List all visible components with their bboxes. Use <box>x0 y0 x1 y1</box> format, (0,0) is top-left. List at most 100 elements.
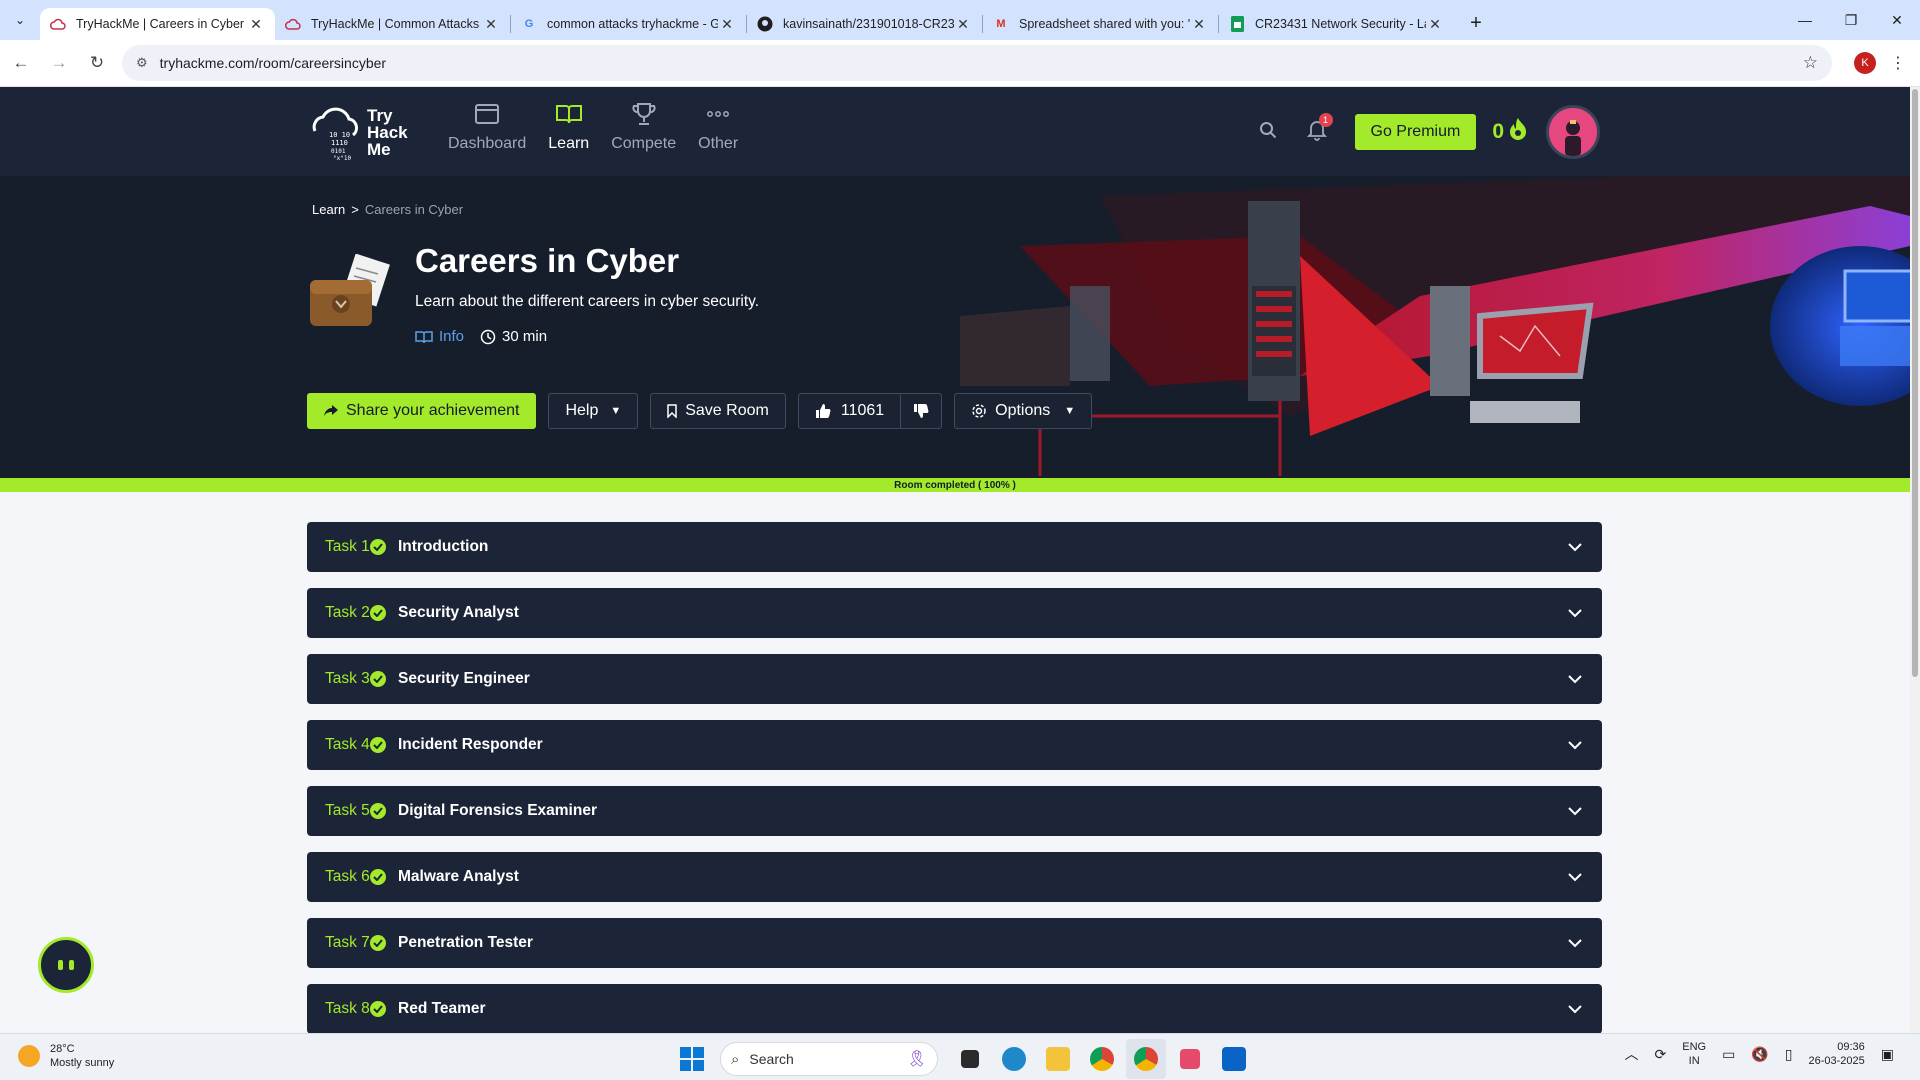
volume-muted-icon[interactable]: 🔇 <box>1751 1046 1768 1063</box>
room-actions: Share your achievement Help ▼ Save Room … <box>307 393 1104 429</box>
clock[interactable]: 09:36 26-03-2025 <box>1808 1040 1864 1068</box>
taskbar-search[interactable]: ⌕ Search 🎗 <box>720 1042 938 1076</box>
browser-tab-1[interactable]: TryHackMe | Careers in Cyber ✕ <box>40 8 275 40</box>
browser-tab-6[interactable]: CR23431 Network Security - Lal ✕ <box>1219 8 1454 40</box>
task-number: Task 4 <box>325 736 370 753</box>
browser-tab-2[interactable]: TryHackMe | Common Attacks ✕ <box>275 8 510 40</box>
close-tab-icon[interactable]: ✕ <box>954 16 972 33</box>
browser-tab-3[interactable]: G common attacks tryhackme - G ✕ <box>511 8 746 40</box>
search-icon[interactable] <box>1259 121 1283 144</box>
dashboard-icon <box>474 99 500 129</box>
sync-icon[interactable]: ⟳ <box>1655 1046 1667 1063</box>
notification-center-icon[interactable]: ▣ <box>1881 1046 1894 1063</box>
language-indicator[interactable]: ENG IN <box>1682 1040 1706 1068</box>
chrome-profile-icon[interactable] <box>1126 1039 1166 1079</box>
browser-tab-4[interactable]: kavinsainath/231901018-CR234 ✕ <box>747 8 982 40</box>
task-header[interactable]: Task 5 Digital Forensics Examiner <box>307 786 1602 836</box>
task-header[interactable]: Task 4 Incident Responder <box>307 720 1602 770</box>
minimize-icon[interactable]: — <box>1782 0 1828 40</box>
nav-dashboard[interactable]: Dashboard <box>448 99 526 153</box>
new-tab-button[interactable]: + <box>1460 7 1492 39</box>
like-button[interactable]: 11061 <box>799 394 902 428</box>
url-text[interactable]: tryhackme.com/room/careersincyber <box>160 55 1803 71</box>
svg-text:10 10: 10 10 <box>329 131 350 139</box>
tryhackme-logo[interactable]: 10 10 1110 0101 °x°10 Try Hack Me <box>305 97 425 167</box>
outlook-icon[interactable] <box>1214 1039 1254 1079</box>
check-circle-icon <box>370 935 386 951</box>
nav-other[interactable]: Other <box>698 99 738 153</box>
task-view-icon[interactable] <box>950 1039 990 1079</box>
chevron-down-icon <box>1568 1004 1584 1014</box>
nav-label: Other <box>698 135 739 152</box>
options-dropdown-button[interactable]: Options ▼ <box>954 393 1093 429</box>
close-tab-icon[interactable]: ✕ <box>247 16 265 33</box>
snipping-tool-icon[interactable] <box>1170 1039 1210 1079</box>
streak-counter[interactable]: 0 <box>1492 117 1528 147</box>
check-circle-icon <box>370 539 386 555</box>
task-header[interactable]: Task 2 Security Analyst <box>307 588 1602 638</box>
tab-search-menu-icon[interactable]: ⌄ <box>0 0 40 40</box>
close-tab-icon[interactable]: ✕ <box>718 16 736 33</box>
taskbar-apps: ⌕ Search 🎗 <box>680 1039 1256 1079</box>
reload-button[interactable]: ↻ <box>80 46 114 80</box>
weather-widget[interactable]: 28°C Mostly sunny <box>18 1042 114 1070</box>
close-window-icon[interactable]: ✕ <box>1874 0 1920 40</box>
task-header[interactable]: Task 7 Penetration Tester <box>307 918 1602 968</box>
profile-avatar[interactable]: K <box>1854 52 1876 74</box>
chrome-icon[interactable] <box>1082 1039 1122 1079</box>
dislike-button[interactable] <box>901 394 941 428</box>
site-settings-icon[interactable]: ⚙ <box>136 55 148 71</box>
browser-tab-5[interactable]: M Spreadsheet shared with you: " ✕ <box>983 8 1218 40</box>
check-circle-icon <box>370 737 386 753</box>
share-achievement-button[interactable]: Share your achievement <box>307 393 537 429</box>
task-name: Penetration Tester <box>398 934 533 951</box>
nav-learn[interactable]: Learn <box>548 99 589 153</box>
room-briefcase-icon <box>306 253 394 332</box>
windows-start-icon[interactable] <box>680 1047 704 1071</box>
close-tab-icon[interactable]: ✕ <box>1190 16 1208 33</box>
room-hero: Learn > Careers in Cyber Careers in Cybe… <box>0 176 1910 478</box>
browser-menu-icon[interactable]: ⋮ <box>1890 53 1906 73</box>
tab-title: TryHackMe | Common Attacks <box>311 17 480 31</box>
assistant-chat-button[interactable] <box>38 937 94 993</box>
room-meta: Info 30 min <box>415 328 547 345</box>
more-icon <box>707 99 730 129</box>
close-tab-icon[interactable]: ✕ <box>482 16 500 33</box>
task-name: Security Engineer <box>398 670 530 687</box>
save-label: Save Room <box>685 402 769 419</box>
window-controls: — ❐ ✕ <box>1782 0 1920 40</box>
edge-icon[interactable] <box>994 1039 1034 1079</box>
task-header[interactable]: Task 3 Security Engineer <box>307 654 1602 704</box>
save-room-button[interactable]: Save Room <box>650 393 786 429</box>
windows-taskbar: 28°C Mostly sunny ⌕ Search 🎗 ︿ ⟳ ENG IN … <box>0 1033 1920 1080</box>
svg-text:1110: 1110 <box>331 139 348 147</box>
share-label: Share your achievement <box>346 402 520 419</box>
chevron-down-icon <box>1568 740 1584 750</box>
room-info-link[interactable]: Info <box>415 328 464 345</box>
notifications-bell-icon[interactable]: 1 <box>1306 112 1333 146</box>
user-avatar[interactable] <box>1546 105 1600 159</box>
site-header: 10 10 1110 0101 °x°10 Try Hack Me Dashbo… <box>0 87 1910 176</box>
clock-icon <box>480 329 496 344</box>
battery-icon[interactable]: ▯ <box>1785 1046 1793 1063</box>
restore-icon[interactable]: ❐ <box>1828 0 1874 40</box>
temperature: 28°C <box>50 1043 75 1055</box>
task-header[interactable]: Task 1 Introduction <box>307 522 1602 572</box>
forward-button[interactable]: → <box>42 46 76 80</box>
close-tab-icon[interactable]: ✕ <box>1426 16 1444 33</box>
breadcrumb-learn-link[interactable]: Learn <box>312 202 345 217</box>
page-scrollbar[interactable] <box>1910 87 1920 1033</box>
go-premium-button[interactable]: Go Premium <box>1354 114 1477 150</box>
chevron-up-icon[interactable]: ︿ <box>1625 1044 1639 1064</box>
address-bar[interactable]: ⚙ tryhackme.com/room/careersincyber ☆ <box>122 45 1832 81</box>
file-explorer-icon[interactable] <box>1038 1039 1078 1079</box>
back-button[interactable]: ← <box>4 46 38 80</box>
task-header[interactable]: Task 6 Malware Analyst <box>307 852 1602 902</box>
scrollbar-thumb[interactable] <box>1912 89 1918 677</box>
task-header[interactable]: Task 8 Red Teamer <box>307 984 1602 1034</box>
nav-compete[interactable]: Compete <box>611 99 676 153</box>
help-dropdown-button[interactable]: Help ▼ <box>548 393 639 429</box>
network-icon[interactable]: ▭ <box>1722 1046 1735 1063</box>
bookmark-star-icon[interactable]: ☆ <box>1803 53 1818 73</box>
check-circle-icon <box>370 869 386 885</box>
